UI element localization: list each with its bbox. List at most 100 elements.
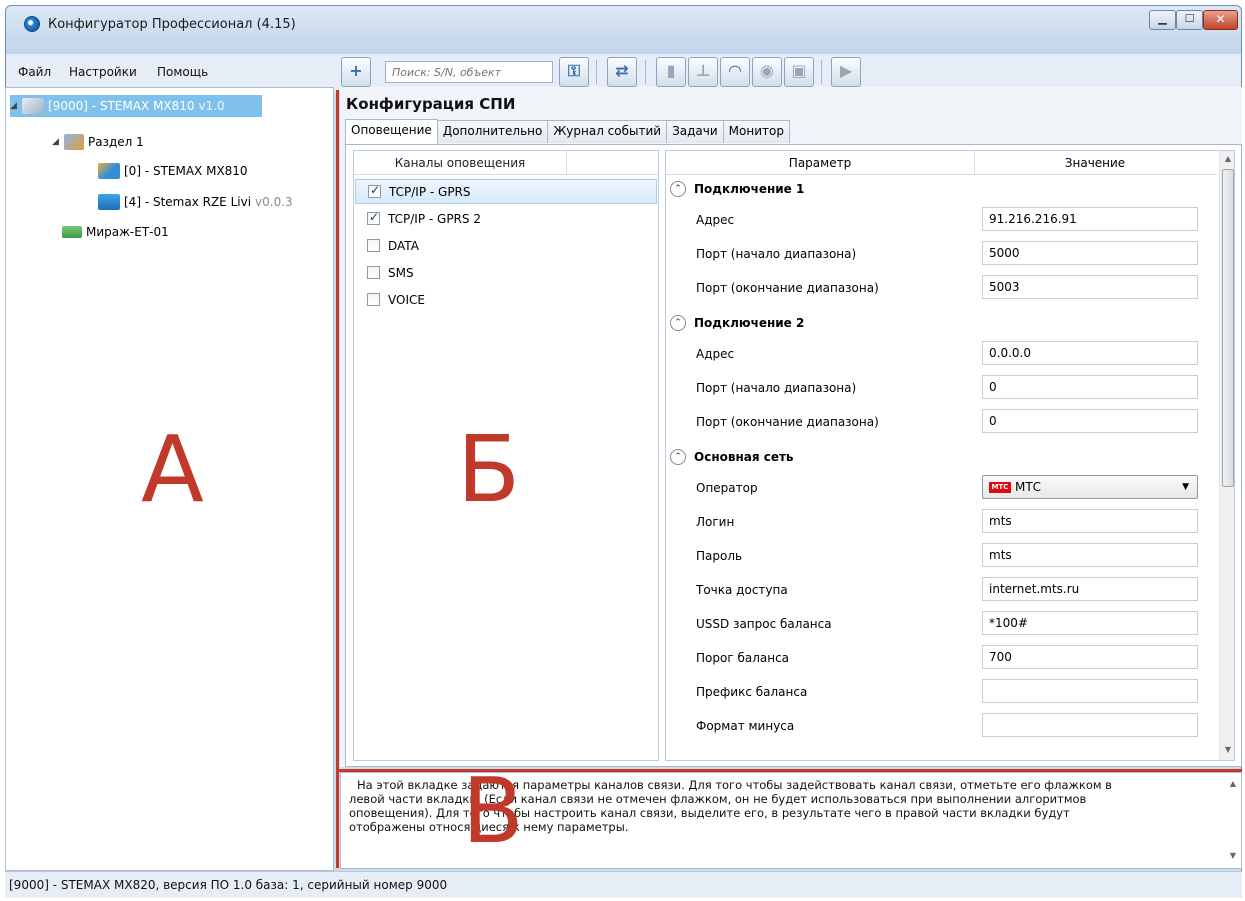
param-value-address[interactable]: 91.216.216.91 [982,207,1198,231]
play-icon: ▶ [839,61,853,80]
param-value-ussd[interactable]: *100# [982,611,1198,635]
toolbar-separator [596,60,597,84]
collapse-arrow-icon[interactable]: ◢ [10,101,22,111]
tree-item-module[interactable]: [4] - Stemax RZE Livi v0.0.3 [98,191,293,213]
channel-item-sms[interactable]: SMS [355,260,657,285]
menu-file[interactable]: Файл [18,65,51,79]
device-icon [22,98,44,114]
close-button[interactable]: ✕ [1203,10,1238,30]
group-title: Основная сеть [694,450,794,464]
usb-icon: ▮ [666,61,676,80]
tree-item-label: [9000] - STEMAX MX810 [48,99,195,113]
param-value-login[interactable]: mts [982,509,1198,533]
tab-monitor[interactable]: Монитор [722,120,790,143]
title-bar: Конфигуратор Профессионал (4.15) ▁ ☐ ✕ [6,6,1241,54]
menu-help[interactable]: Помощь [157,65,208,79]
group-title: Подключение 2 [694,316,805,330]
column-header-value: Значение [1064,156,1126,170]
channel-checkbox[interactable] [367,239,380,252]
channel-item-gprs[interactable]: TCP/IP - GPRS [355,179,657,204]
channel-label: TCP/IP - GPRS [389,184,471,199]
module-icon [98,163,120,179]
wifi-icon: ◠ [728,61,742,80]
group-main-network[interactable]: ⌃ Основная сеть [670,445,794,469]
mts-logo-icon: МТС [989,481,1011,493]
tree-item-device[interactable]: Мираж-ЕТ-01 [62,221,169,243]
params-scrollbar[interactable]: ▲ ▼ [1219,151,1234,760]
search-box[interactable] [385,61,553,83]
param-value-apn[interactable]: internet.mts.ru [982,577,1198,601]
board-icon [62,226,82,238]
network-button[interactable]: ⊥ [688,57,718,87]
help-scrollbar[interactable]: ▲ ▼ [1225,773,1241,868]
maximize-button[interactable]: ☐ [1176,10,1203,30]
tree-item-label: Мираж-ЕТ-01 [86,225,169,239]
param-value-port-end[interactable]: 0 [982,409,1198,433]
wifi-button[interactable]: ◠ [720,57,750,87]
config-panel: Конфигурация СПИ Оповещение Дополнительн… [340,87,1242,767]
users-button[interactable]: ⇄ [607,57,637,87]
minimize-button[interactable]: ▁ [1149,10,1176,30]
tab-event-log[interactable]: Журнал событий [547,120,668,143]
tab-additional[interactable]: Дополнительно [436,120,549,143]
param-label: USSD запрос баланса [696,617,832,631]
area-label-v: В [462,759,524,864]
server-button[interactable]: ▣ [784,57,814,87]
collapse-icon[interactable]: ⌃ [670,449,686,465]
param-value-balance-prefix[interactable] [982,679,1198,703]
group-connection-1[interactable]: ⌃ Подключение 1 [670,177,804,201]
window-title: Конфигуратор Профессионал (4.15) [48,17,296,32]
column-header-parameter: Параметр [788,156,852,170]
channel-item-voice[interactable]: VOICE [355,287,657,312]
param-label: Порог баланса [696,651,790,665]
param-label: Префикс баланса [696,685,808,699]
globe-button[interactable]: ◉ [752,57,782,87]
channels-list: Каналы оповещения TCP/IP - GPRS TCP/IP -… [353,150,659,761]
channel-checkbox[interactable] [367,266,380,279]
network-icon: ⊥ [695,61,711,80]
channel-checkbox[interactable] [367,210,380,225]
param-value-port-start[interactable]: 5000 [982,241,1198,265]
toolbar-separator [821,60,822,84]
tab-tasks[interactable]: Задачи [666,120,724,143]
search-input[interactable] [386,62,552,82]
channel-checkbox[interactable] [368,183,381,198]
tree-item-section[interactable]: ◢ Раздел 1 [52,131,144,153]
minimize-icon: ▁ [1158,12,1167,25]
panel-divider[interactable] [336,90,339,868]
area-label-a: А [141,416,204,523]
param-value-password[interactable]: mts [982,543,1198,567]
tab-bar: Оповещение Дополнительно Журнал событий … [345,119,790,144]
param-value-port-end[interactable]: 5003 [982,275,1198,299]
operator-select[interactable]: МТС МТС ▼ [982,475,1198,499]
param-value-minus-format[interactable] [982,713,1198,737]
scroll-up-icon[interactable]: ▲ [1225,779,1241,788]
play-button[interactable]: ▶ [831,57,861,87]
tree-item-device[interactable]: ◢ [9000] - STEMAX MX810 v1.0 [10,95,262,117]
usb-button[interactable]: ▮ [656,57,686,87]
scroll-down-icon[interactable]: ▼ [1225,851,1241,860]
parameter-header: Параметр Значение [666,151,1216,175]
collapse-icon[interactable]: ⌃ [670,181,686,197]
channel-item-data[interactable]: DATA [355,233,657,258]
tab-content: Каналы оповещения TCP/IP - GPRS TCP/IP -… [345,144,1242,767]
tree-item-module[interactable]: [0] - STEMAX MX810 [98,160,248,182]
channel-label: DATA [388,238,419,253]
param-value-balance-threshold[interactable]: 700 [982,645,1198,669]
scroll-up-icon[interactable]: ▲ [1220,154,1234,163]
param-value-address[interactable]: 0.0.0.0 [982,341,1198,365]
channel-item-gprs2[interactable]: TCP/IP - GPRS 2 [355,206,657,231]
scrollbar-thumb[interactable] [1222,169,1234,487]
scroll-down-icon[interactable]: ▼ [1220,745,1234,754]
key-button[interactable]: ⚿ [559,57,589,87]
add-button[interactable]: + [341,57,371,87]
menu-settings[interactable]: Настройки [69,65,137,79]
tree-item-version: v0.0.3 [255,195,293,209]
group-connection-2[interactable]: ⌃ Подключение 2 [670,311,804,335]
close-icon: ✕ [1215,12,1226,26]
param-value-port-start[interactable]: 0 [982,375,1198,399]
tab-notification[interactable]: Оповещение [345,119,438,144]
channel-checkbox[interactable] [367,293,380,306]
collapse-icon[interactable]: ⌃ [670,315,686,331]
collapse-arrow-icon[interactable]: ◢ [52,137,64,147]
